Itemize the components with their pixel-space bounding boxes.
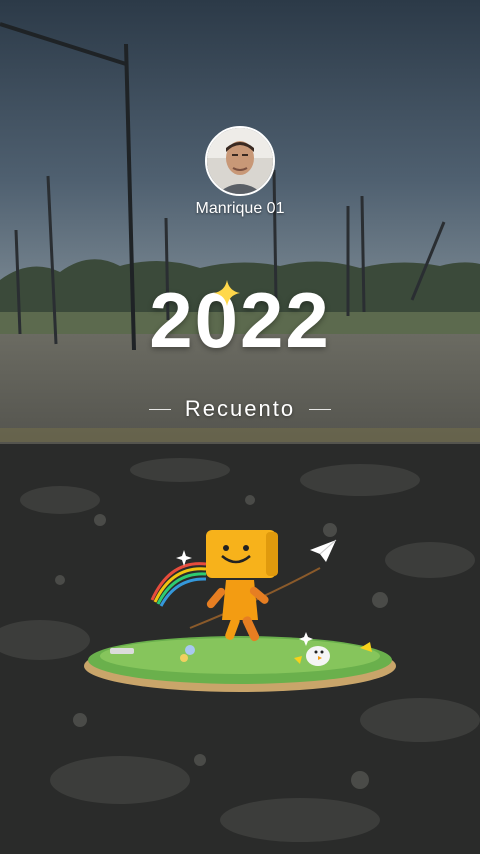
divider-right: [309, 408, 332, 410]
sparkle-icon: [214, 280, 240, 306]
paper-plane-icon: [310, 539, 337, 562]
divider-left: [148, 408, 171, 410]
user-avatar[interactable]: [205, 126, 275, 196]
subtitle-row: Recuento: [120, 394, 360, 424]
recap-screen: Manrique 01 2022 Recuento: [0, 0, 480, 854]
username-label: Manrique 01: [195, 200, 285, 217]
avatar-photo: [207, 128, 273, 194]
recap-subtitle: Recuento: [184, 396, 296, 421]
mascot-illustration: [84, 530, 396, 692]
recap-year: 2022: [149, 276, 331, 364]
